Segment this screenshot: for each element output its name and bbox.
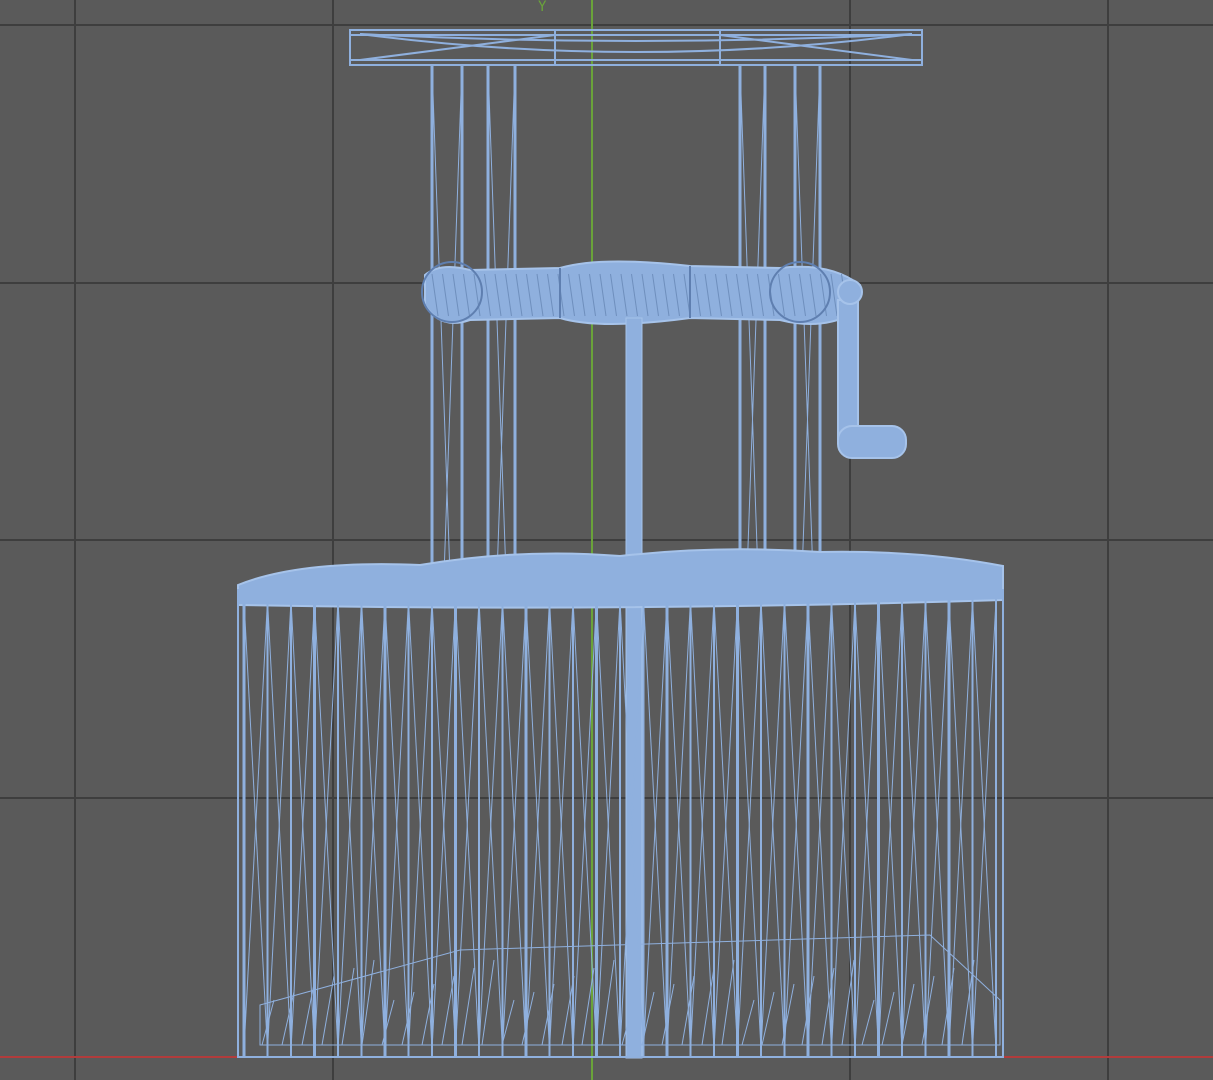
wireframe-scene[interactable]: [0, 0, 1213, 1080]
basket-floor-wire: [721, 959, 735, 1046]
basket-floor-wire: [881, 991, 895, 1046]
basket-floor-wire: [741, 999, 755, 1046]
top-plate[interactable]: [349, 29, 923, 66]
viewport-grid: [0, 0, 1213, 1080]
basket-floor-wire: [441, 975, 455, 1046]
basket-floor-wire: [481, 959, 495, 1046]
basket-floor-wire: [861, 999, 875, 1046]
3d-viewport[interactable]: Y: [0, 0, 1213, 1080]
basket-floor-wire: [541, 983, 555, 1046]
crank-handle[interactable]: [837, 279, 907, 459]
basket-floor-wire: [461, 967, 475, 1046]
basket-floor-wire: [341, 967, 355, 1046]
y-axis-label: Y: [538, 0, 547, 15]
pressing-beam[interactable]: [421, 260, 862, 325]
basket-floor-wire: [601, 959, 615, 1046]
press-screw[interactable]: [625, 317, 643, 1059]
press-basket[interactable]: [237, 548, 1004, 1058]
